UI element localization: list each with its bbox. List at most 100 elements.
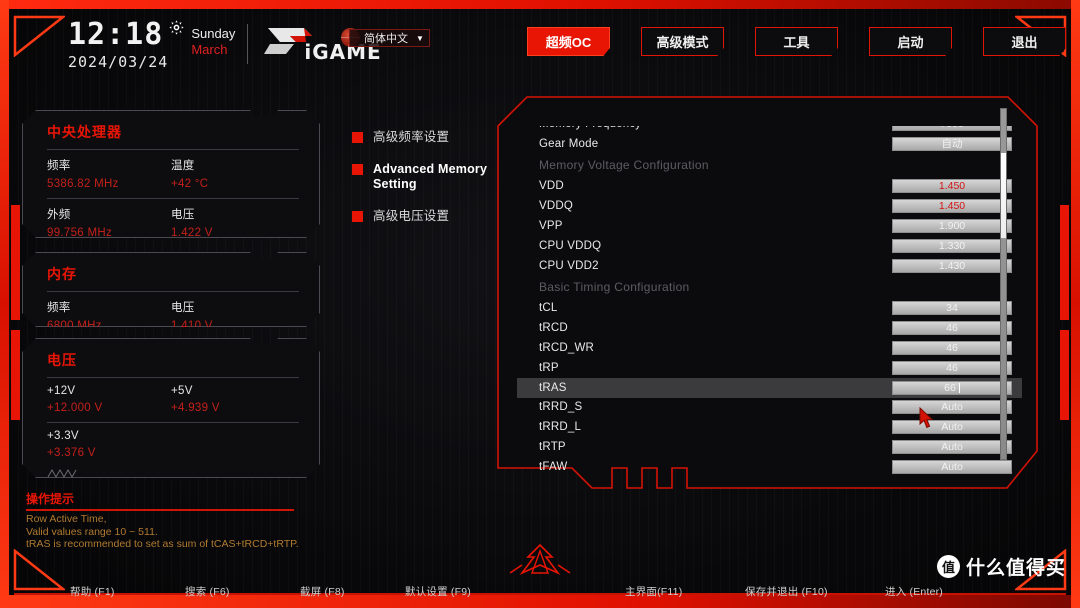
- setting-row-memory-frequency[interactable]: Memory Frequency 7600▼: [517, 126, 1022, 134]
- setting-field-value: 1.900: [938, 220, 966, 233]
- info-cell: [171, 430, 295, 459]
- setting-field-value: 自动: [941, 138, 963, 151]
- setting-input[interactable]: 1.900: [892, 219, 1012, 234]
- settings-scrollbar[interactable]: [1000, 108, 1007, 460]
- tab-label: 超频OC: [545, 35, 592, 50]
- info-card-0: 中央处理器 频率 5386.82 MHz 温度 +42 °C 外频 99.756 MHz 电压…: [22, 110, 320, 238]
- info-key: 外频: [47, 209, 71, 221]
- setting-input[interactable]: 46: [892, 360, 1012, 375]
- setting-field-value: 46: [946, 322, 958, 335]
- setting-label: tFAW: [539, 460, 568, 473]
- setting-input[interactable]: Auto: [892, 459, 1012, 474]
- info-value: 99.756 MHz: [47, 227, 113, 239]
- hotkey-5[interactable]: 保存并退出 (F10): [745, 584, 828, 599]
- setting-label: Gear Mode: [539, 137, 599, 150]
- top-tab-bar: 超频OC 高级模式 工具 启动 退出: [527, 27, 1066, 56]
- settings-scroll-viewport[interactable]: Memory Frequency 7600▼ Gear Mode 自动▼ Memory …: [517, 126, 1022, 484]
- setting-field-value: 46: [946, 342, 958, 355]
- setting-row-trtp[interactable]: tRTP24Auto: [517, 437, 1022, 457]
- info-key: 温度: [171, 160, 195, 172]
- setting-input[interactable]: 1.450: [892, 179, 1012, 194]
- tab-1[interactable]: 高级模式: [641, 27, 724, 56]
- setting-dropdown[interactable]: 自动▼: [892, 136, 1012, 151]
- setting-input[interactable]: Auto: [892, 420, 1012, 435]
- info-value: 5386.82 MHz: [47, 178, 119, 190]
- setting-row-vdd[interactable]: VDD1.410 V1.450: [517, 177, 1022, 197]
- tab-2[interactable]: 工具: [755, 27, 838, 56]
- setting-label: tRTP: [539, 441, 566, 454]
- info-cell: 频率 6800 MHz: [47, 299, 171, 332]
- setting-field-value: 1.450: [938, 180, 966, 193]
- square-bullet-icon: [352, 164, 363, 175]
- setting-row-gear-mode[interactable]: Gear Mode 自动▼: [517, 134, 1022, 154]
- language-selector[interactable]: 简体中文 ▼: [349, 29, 430, 47]
- setting-input[interactable]: 1.450: [892, 199, 1012, 214]
- frame-left-accent-lower: [11, 330, 20, 420]
- info-row: +12V +12.000 V +5V +4.939 V: [23, 378, 319, 414]
- setting-row-vpp[interactable]: VPP1.815 V1.900: [517, 216, 1022, 236]
- menu-item-2[interactable]: 高级电压设置: [352, 209, 502, 224]
- setting-row-cpu-vdd2[interactable]: CPU VDD21.408 V1.430: [517, 256, 1022, 276]
- hotkey-1[interactable]: 搜索 (F6): [185, 584, 230, 599]
- clock-time: 12:18: [68, 16, 164, 52]
- setting-input[interactable]: 66: [892, 380, 1012, 395]
- category-menu: 高级频率设置 Advanced Memory Setting 高级电压设置: [352, 130, 502, 241]
- hotkey-6[interactable]: 进入 (Enter): [885, 584, 943, 599]
- setting-row-trcd[interactable]: tRCD4646: [517, 318, 1022, 338]
- tab-label: 退出: [1011, 35, 1038, 50]
- info-key: +5V: [171, 385, 193, 397]
- setting-label: tRAS: [539, 381, 567, 394]
- settings-section-header: Memory Voltage Configuration: [517, 154, 1022, 177]
- watermark-logo: 值 什么值得买: [936, 553, 1066, 580]
- setting-row-trcd-wr[interactable]: tRCD_WR4646: [517, 338, 1022, 358]
- hotkey-2[interactable]: 截屏 (F8): [300, 584, 345, 599]
- center-emblem-icon: [490, 543, 590, 584]
- setting-row-vddq[interactable]: VDDQ1.410 V1.450: [517, 196, 1022, 216]
- info-key: 电压: [171, 209, 195, 221]
- info-row: 外频 99.756 MHz 电压 1.422 V: [23, 199, 319, 239]
- setting-row-tfaw[interactable]: tFAW32Auto: [517, 457, 1022, 477]
- settings-section-header: Basic Timing Configuration: [517, 276, 1022, 299]
- menu-item-label: 高级电压设置: [373, 209, 450, 223]
- setting-field-value: 34: [946, 302, 958, 315]
- menu-item-1[interactable]: Advanced Memory Setting: [352, 162, 502, 192]
- setting-input[interactable]: Auto: [892, 440, 1012, 455]
- hotkey-0[interactable]: 帮助 (F1): [70, 584, 115, 599]
- setting-input[interactable]: Auto: [892, 400, 1012, 415]
- info-card-title: 中央处理器: [47, 124, 122, 140]
- setting-row-cpu-vddq[interactable]: CPU VDDQ1.400 V1.330: [517, 236, 1022, 256]
- info-row: 频率 6800 MHz 电压 1.410 V: [23, 292, 319, 332]
- scrollbar-thumb[interactable]: [1001, 153, 1006, 238]
- frame-top-edge: [0, 0, 1080, 9]
- setting-row-tcl[interactable]: tCL3434: [517, 299, 1022, 319]
- setting-input[interactable]: 46: [892, 341, 1012, 356]
- setting-row-trp[interactable]: tRP4646: [517, 358, 1022, 378]
- weekday-label: Sunday: [191, 25, 236, 41]
- setting-label: VDDQ: [539, 200, 574, 213]
- info-value: 1.410 V: [171, 320, 213, 332]
- tab-3[interactable]: 启动: [869, 27, 952, 56]
- frame-right-accent-upper: [1060, 205, 1069, 320]
- hotkey-4[interactable]: 主界面(F11): [625, 584, 682, 599]
- menu-item-0[interactable]: 高级频率设置: [352, 130, 502, 145]
- info-key: 电压: [171, 302, 195, 314]
- setting-label: VPP: [539, 220, 563, 233]
- setting-row-trrd-s[interactable]: tRRD_S8Auto: [517, 398, 1022, 418]
- bios-screen: 12:18 2024/03/24 Sunday March iGAME 简体中文…: [0, 0, 1080, 608]
- tab-0[interactable]: 超频OC: [527, 27, 610, 56]
- tab-4[interactable]: 退出: [983, 27, 1066, 56]
- setting-field-value: 46: [946, 361, 958, 374]
- clock-date: 2024/03/24: [68, 52, 169, 71]
- tab-label: 启动: [897, 35, 924, 50]
- setting-label: CPU VDDQ: [539, 239, 602, 252]
- setting-input[interactable]: 34: [892, 301, 1012, 316]
- setting-input[interactable]: 46: [892, 321, 1012, 336]
- setting-row-tras[interactable]: tRAS10866: [517, 377, 1022, 398]
- setting-row-trrd-l[interactable]: tRRD_L17Auto: [517, 417, 1022, 437]
- setting-input[interactable]: 1.430: [892, 258, 1012, 273]
- info-cell: +5V +4.939 V: [171, 385, 295, 414]
- setting-dropdown[interactable]: 7600▼: [892, 126, 1012, 131]
- hotkey-3[interactable]: 默认设置 (F9): [405, 584, 471, 599]
- mouse-cursor: [919, 406, 935, 429]
- setting-input[interactable]: 1.330: [892, 238, 1012, 253]
